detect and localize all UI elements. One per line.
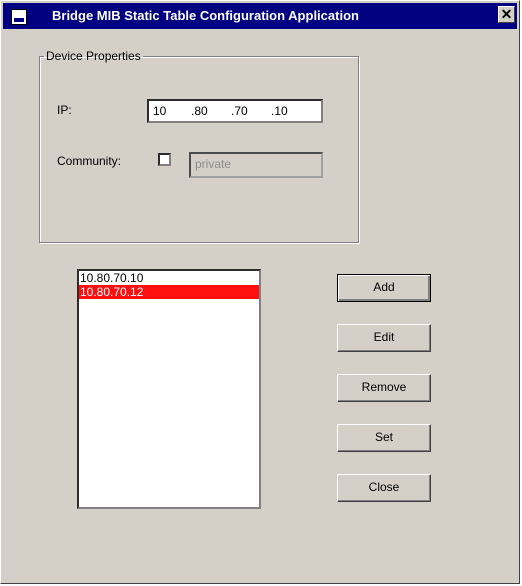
edit-button[interactable]: Edit — [337, 324, 431, 352]
ip-octet-4[interactable]: .10 — [271, 104, 288, 118]
close-icon: ✕ — [500, 6, 513, 22]
ip-address-input[interactable]: 10 .80 .70 .10 — [147, 99, 323, 123]
ip-octet-2[interactable]: .80 — [191, 104, 208, 118]
ip-octet-3[interactable]: .70 — [231, 104, 248, 118]
list-item-selected[interactable]: 10.80.70.12 — [79, 285, 259, 299]
close-button[interactable]: Close — [337, 474, 431, 502]
community-checkbox[interactable] — [158, 153, 171, 166]
app-window: Bridge MIB Static Table Configuration Ap… — [0, 0, 520, 584]
community-input[interactable]: private — [189, 152, 323, 178]
community-label: Community: — [57, 154, 122, 168]
device-listbox[interactable]: 10.80.70.10 10.80.70.12 — [77, 269, 261, 509]
app-icon — [11, 9, 27, 25]
device-properties-legend: Device Properties — [46, 49, 141, 63]
add-button[interactable]: Add — [337, 274, 431, 302]
ip-label: IP: — [57, 103, 72, 117]
title-bar: Bridge MIB Static Table Configuration Ap… — [3, 3, 517, 29]
set-button[interactable]: Set — [337, 424, 431, 452]
close-window-button[interactable]: ✕ — [498, 6, 515, 23]
list-item[interactable]: 10.80.70.10 — [79, 271, 259, 285]
ip-octet-1[interactable]: 10 — [153, 104, 166, 118]
window-title: Bridge MIB Static Table Configuration Ap… — [52, 8, 359, 23]
remove-button[interactable]: Remove — [337, 374, 431, 402]
device-properties-group: Device Properties — [39, 49, 359, 243]
